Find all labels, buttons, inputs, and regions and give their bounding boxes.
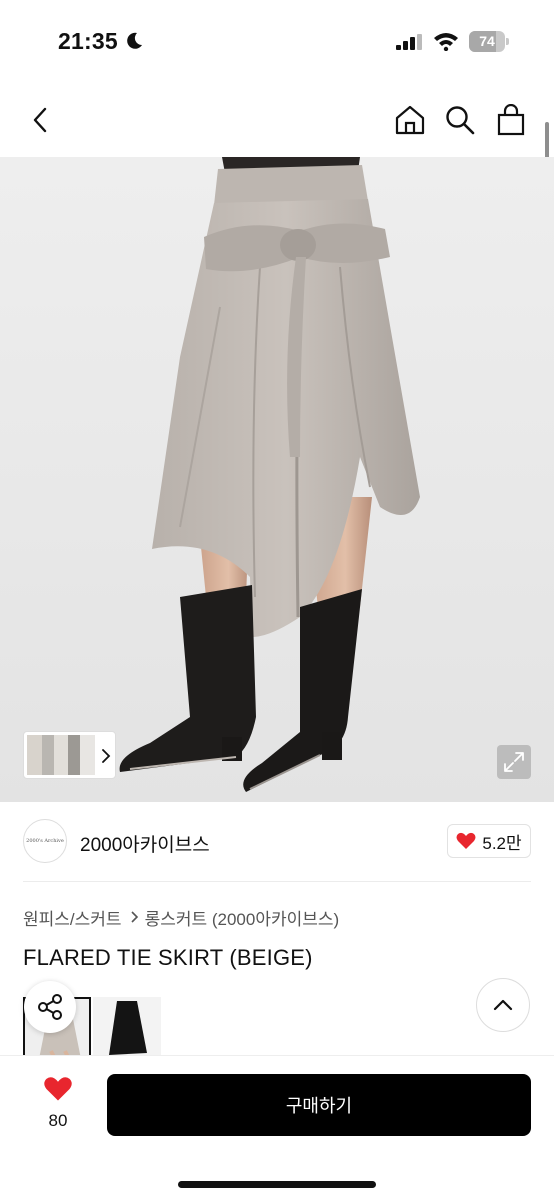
cart-button[interactable] xyxy=(491,100,531,140)
search-button[interactable] xyxy=(440,100,480,140)
buy-button[interactable]: 구매하기 xyxy=(107,1074,531,1136)
black-skirt-thumbnail xyxy=(93,997,161,1057)
heart-icon xyxy=(456,832,476,849)
nav-bar xyxy=(0,90,554,152)
battery-indicator: 74 xyxy=(469,31,509,52)
scroll-to-top-button[interactable] xyxy=(476,978,530,1032)
shop-like-button[interactable]: 5.2만 xyxy=(447,824,531,858)
chevron-right-icon xyxy=(130,910,139,924)
status-bar: 21:35 74 xyxy=(0,0,554,80)
expand-image-button[interactable] xyxy=(497,745,531,779)
color-option-black[interactable] xyxy=(93,997,161,1057)
heart-icon xyxy=(44,1077,72,1101)
shop-logo[interactable]: 2000's Archive xyxy=(23,819,67,863)
cellular-signal-icon xyxy=(396,34,422,50)
status-time: 21:35 xyxy=(58,28,118,54)
shopping-bag-icon xyxy=(497,104,525,136)
battery-level: 74 xyxy=(479,33,495,49)
shop-row: 2000's Archive 2000아카이브스 5.2만 xyxy=(0,814,554,870)
wishlist-button[interactable]: 80 xyxy=(36,1076,80,1131)
search-icon xyxy=(446,106,475,135)
home-icon xyxy=(395,105,425,135)
skirt-photo xyxy=(0,157,554,802)
breadcrumb: 원피스/스커트 롱스커트 (2000아카이브스) xyxy=(23,905,340,930)
moon-icon xyxy=(127,32,142,49)
shop-logo-text: 2000's Archive xyxy=(26,838,64,844)
shop-name[interactable]: 2000아카이브스 xyxy=(80,830,210,857)
wishlist-count: 80 xyxy=(48,1111,68,1130)
breadcrumb-subcategory[interactable]: 롱스커트 (2000아카이브스) xyxy=(145,905,340,930)
chevron-right-icon xyxy=(102,749,111,763)
battery-body: 74 xyxy=(469,31,505,52)
divider xyxy=(23,881,531,882)
bottom-action-bar: 80 구매하기 xyxy=(0,1055,554,1200)
back-button[interactable] xyxy=(20,100,60,140)
product-image[interactable] xyxy=(0,157,554,802)
home-indicator[interactable] xyxy=(178,1181,376,1188)
battery-tip xyxy=(506,38,509,45)
expand-icon xyxy=(504,752,524,772)
chevron-up-icon xyxy=(493,999,513,1011)
product-title: FLARED TIE SKIRT (BEIGE) xyxy=(23,945,313,970)
shop-like-count: 5.2만 xyxy=(482,833,522,853)
share-icon xyxy=(38,994,62,1020)
chevron-left-icon xyxy=(33,107,47,133)
gallery-thumbnail-strip[interactable] xyxy=(23,731,116,779)
share-button[interactable] xyxy=(24,981,76,1033)
gallery-thumbnail xyxy=(27,735,95,775)
breadcrumb-category[interactable]: 원피스/스커트 xyxy=(23,905,122,930)
wifi-icon xyxy=(434,33,458,51)
home-button[interactable] xyxy=(390,100,430,140)
